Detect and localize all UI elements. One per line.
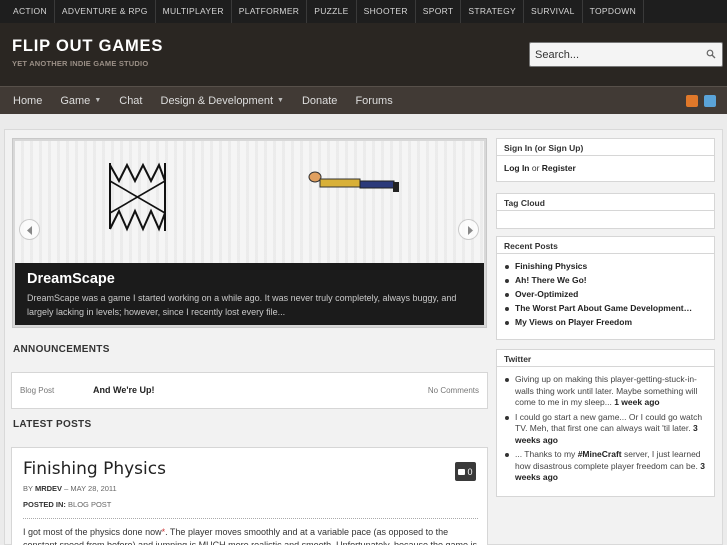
tagcloud-title: Tag Cloud [497,194,714,211]
recent-post-item[interactable]: The Worst Part About Game Development… [504,303,707,314]
chevron-right-icon [468,226,473,235]
category-multiplayer[interactable]: MULTIPLAYER [156,0,232,23]
tagcloud-widget: Tag Cloud [496,193,715,229]
tweet-item: ... Thanks to my #MineCraft server, I ju… [504,449,707,484]
search-input[interactable] [535,43,700,66]
nav-home-label: Home [13,94,43,107]
tweet-text: I could go start a new game... Or I coul… [515,411,703,434]
category-sport[interactable]: SPORT [416,0,462,23]
post-meta: BY MRDEV – MAY 28, 2011 [23,484,117,493]
announcements-heading: ANNOUNCEMENTS [13,344,110,355]
category-puzzle[interactable]: PUZZLE [307,0,357,23]
recent-posts-widget: Recent Posts Finishing Physics Ah! There… [496,236,715,340]
slider-next-button[interactable] [458,219,479,240]
signin-widget: Sign In (or Sign Up) Log In or Register [496,138,715,182]
latest-posts-heading: LATEST POSTS [13,419,92,430]
nav-chat-label: Chat [119,94,143,107]
recent-post-item[interactable]: Finishing Physics [504,261,707,272]
category-survival[interactable]: SURVIVAL [524,0,583,23]
nav-donate[interactable]: Donate [293,95,346,107]
rss-icon[interactable] [686,95,698,107]
nav-design-label: Design & Development [160,94,274,107]
tweet-text: Giving up on making this player-getting-… [515,374,698,407]
announcement-type: Blog Post [20,386,55,395]
chevron-down-icon: ▼ [277,97,284,104]
category-bar: ACTION ADVENTURE & RPG MULTIPLAYER PLATF… [0,0,727,23]
slider-prev-button[interactable] [19,219,40,240]
site-title[interactable]: FLIP OUT GAMES [12,37,163,56]
comment-count-badge[interactable]: 0 [455,462,476,481]
post-category: POSTED IN: BLOG POST [23,500,111,509]
nav-home[interactable]: Home [0,95,51,107]
announcement-title[interactable]: And We're Up! [93,385,154,395]
category-adventure-rpg[interactable]: ADVENTURE & RPG [55,0,156,23]
slide-text: DreamScape was a game I started working … [27,293,457,317]
chevron-left-icon [27,226,32,235]
category-topdown[interactable]: TOPDOWN [583,0,645,23]
twitter-widget: Twitter Giving up on making this player-… [496,349,715,497]
category-action[interactable]: ACTION [0,0,55,23]
announcement-comments[interactable]: No Comments [428,386,479,395]
search-box[interactable] [529,42,723,67]
main-nav: Home Game ▼ Chat Design & Development ▼ Do… [0,86,727,114]
hashtag-link[interactable]: #MineCraft [578,449,622,459]
tweet-time[interactable]: 1 week ago [614,397,659,407]
nav-design-development[interactable]: Design & Development ▼ [152,95,293,107]
register-link[interactable]: Register [542,163,576,173]
site-header: FLIP OUT GAMES YET ANOTHER INDIE GAME ST… [0,23,727,86]
featured-slider: DreamScape DreamScape was a game I start… [12,138,487,328]
nav-forums-label: Forums [355,94,393,107]
tweet-item: I could go start a new game... Or I coul… [504,412,707,447]
posted-in-label: POSTED IN: [23,500,66,509]
recent-posts-title: Recent Posts [497,237,714,254]
comment-count: 0 [467,466,473,477]
announcement-row: Blog Post And We're Up! No Comments [11,372,488,409]
post-title[interactable]: Finishing Physics [23,459,166,479]
slide-illustration [109,162,399,232]
category-platformer[interactable]: PLATFORMER [232,0,308,23]
or-text: or [529,163,542,173]
login-link[interactable]: Log In [504,163,530,173]
signin-body: Log In or Register [497,156,714,180]
category-strategy[interactable]: STRATEGY [461,0,524,23]
nav-game-label: Game [60,94,91,107]
nav-game[interactable]: Game ▼ [51,95,110,107]
post-excerpt: I got most of the physics done now*. The… [23,526,478,545]
signin-title: Sign In (or Sign Up) [497,139,714,156]
post-card: Finishing Physics 0 BY MRDEV – MAY 28, 2… [11,447,488,545]
post-date: – MAY 28, 2011 [64,484,117,493]
comment-icon [458,468,466,475]
twitter-body: Giving up on making this player-getting-… [497,367,714,494]
post-by-label: BY [23,484,33,493]
slide-caption: DreamScape DreamScape was a game I start… [15,263,484,325]
slide-title[interactable]: DreamScape [27,271,115,287]
site-tagline: YET ANOTHER INDIE GAME STUDIO [12,59,149,68]
nav-donate-label: Donate [301,94,338,107]
post-excerpt-text: I got most of the physics done now [23,527,162,537]
tweet-text: ... Thanks to my [515,449,576,459]
twitter-icon[interactable] [704,95,716,107]
divider [23,518,478,519]
recent-post-item[interactable]: Ah! There We Go! [504,275,707,286]
category-shooter[interactable]: SHOOTER [357,0,416,23]
search-icon[interactable] [706,49,716,59]
nav-forums[interactable]: Forums [346,95,401,107]
recent-post-item[interactable]: My Views on Player Freedom [504,317,707,328]
recent-posts-body: Finishing Physics Ah! There We Go! Over-… [497,254,714,338]
slide-image [15,141,484,263]
tweet-item: Giving up on making this player-getting-… [504,374,707,409]
recent-post-item[interactable]: Over-Optimized [504,289,707,300]
nav-chat[interactable]: Chat [110,95,151,107]
slide[interactable]: DreamScape DreamScape was a game I start… [15,141,484,325]
post-author[interactable]: MRDEV [35,484,62,493]
chevron-down-icon: ▼ [94,97,102,104]
twitter-title: Twitter [497,350,714,367]
post-category-link[interactable]: BLOG POST [68,500,111,509]
